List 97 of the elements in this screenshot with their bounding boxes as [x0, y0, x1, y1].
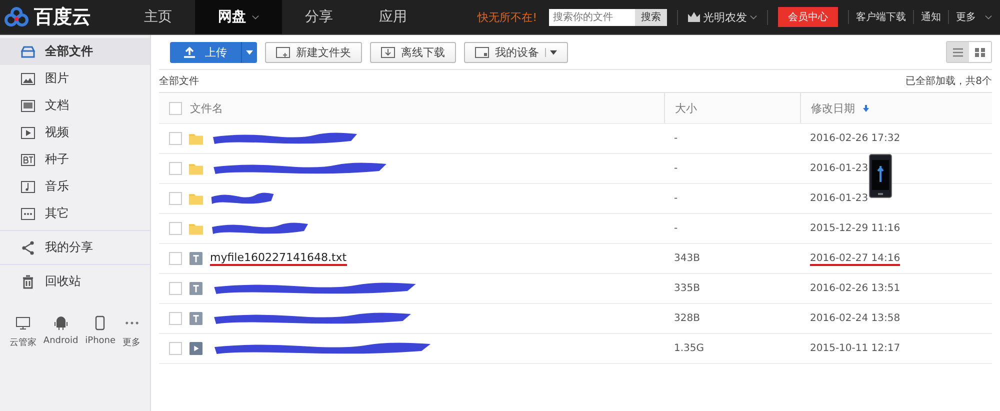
monitor-icon: [14, 315, 31, 331]
text-file-icon: [189, 252, 203, 265]
modified-date: 2016-02-26 13:51: [810, 283, 900, 296]
modified-date: 2016-02-27 14:16: [810, 253, 900, 266]
sidebar-item[interactable]: 音乐: [0, 173, 150, 200]
folder-icon: [189, 162, 203, 175]
text-file-icon: [189, 282, 203, 295]
cloud-logo-icon: [4, 7, 30, 27]
caret-icon[interactable]: [550, 50, 557, 54]
folder-icon: [189, 132, 203, 145]
row-checkbox[interactable]: [169, 162, 182, 175]
breadcrumb[interactable]: 全部文件: [159, 74, 199, 88]
share-icon: [20, 240, 36, 256]
download-icon: [381, 46, 395, 58]
file-size: 1.35G: [673, 343, 706, 354]
folder-icon: [189, 192, 203, 205]
trash-icon: [20, 274, 36, 290]
text-file-icon: [189, 312, 203, 325]
video-icon: [20, 124, 36, 140]
dots-icon: [20, 206, 36, 222]
slogan: 快无所不在!: [478, 10, 537, 24]
row-checkbox[interactable]: [169, 282, 182, 295]
sidebar-item[interactable]: 回收站: [0, 268, 150, 295]
grid-icon: [975, 48, 985, 56]
video-file-icon: [189, 342, 203, 355]
logo-text: 百度云: [34, 5, 91, 30]
nav-tab[interactable]: 应用: [356, 0, 430, 34]
file-size: -: [673, 223, 679, 234]
row-checkbox[interactable]: [169, 342, 182, 355]
file-size: -: [673, 163, 679, 174]
folder-icon: [189, 222, 203, 235]
list-view-button[interactable]: [947, 42, 969, 62]
crown-icon: [688, 12, 700, 22]
files-icon: [20, 44, 36, 60]
sidebar-item[interactable]: 全部文件: [0, 38, 150, 65]
toolbar-button[interactable]: 新建文件夹: [265, 42, 362, 62]
caret-icon[interactable]: [246, 50, 253, 54]
list-icon: [953, 48, 963, 56]
sidebar-item[interactable]: 其它: [0, 200, 150, 227]
modified-date: 2016-02-24 13:58: [810, 313, 900, 326]
top-link[interactable]: 更多: [948, 10, 983, 24]
file-size: -: [673, 193, 679, 204]
sidebar-item[interactable]: 图片: [0, 65, 150, 92]
device-icon: [475, 46, 489, 58]
search-field[interactable]: 搜索你的文件: [549, 8, 635, 26]
device-link[interactable]: iPhone: [85, 315, 116, 349]
document-icon: [20, 98, 36, 114]
row-checkbox[interactable]: [169, 132, 182, 145]
device-link[interactable]: 云管家: [9, 315, 36, 349]
select-all-checkbox[interactable]: [169, 102, 182, 114]
file-size: 328B: [673, 313, 701, 324]
row-checkbox[interactable]: [169, 312, 182, 325]
sidebar-item[interactable]: 我的分享: [0, 234, 150, 261]
file-size: 343B: [673, 253, 701, 264]
column-header[interactable]: 大小: [675, 100, 697, 116]
row-checkbox[interactable]: [169, 252, 182, 265]
vip-center-button[interactable]: 会员中心: [778, 7, 838, 27]
caret-icon[interactable]: [252, 14, 259, 20]
sidebar-item[interactable]: 视频: [0, 119, 150, 146]
toolbar-button[interactable]: 离线下载: [370, 42, 456, 62]
user-name[interactable]: 光明农发: [703, 10, 747, 24]
upload-icon: [184, 46, 195, 58]
search-button[interactable]: 搜索: [635, 8, 667, 26]
modified-date: 2016-01-23: [810, 193, 868, 206]
image-icon: [20, 70, 36, 86]
dots-icon: [124, 321, 139, 325]
caret-icon[interactable]: [985, 14, 992, 20]
file-size: -: [673, 133, 679, 144]
new-folder-icon: [276, 46, 290, 58]
sidebar-item[interactable]: 种子: [0, 146, 150, 173]
top-link[interactable]: 通知: [913, 10, 948, 24]
row-checkbox[interactable]: [169, 222, 182, 235]
upload-button[interactable]: 上传: [170, 42, 257, 62]
modified-date: 2015-10-11 12:17: [810, 343, 900, 356]
modified-date: 2015-12-29 11:16: [810, 223, 900, 236]
caret-icon[interactable]: [750, 14, 757, 20]
toolbar-button[interactable]: 我的设备: [464, 42, 568, 62]
file-name[interactable]: myfile160227141648.txt: [210, 251, 347, 266]
sidebar-item[interactable]: 文档: [0, 92, 150, 119]
file-size: 335B: [673, 283, 701, 294]
device-link[interactable]: 更多: [122, 315, 141, 349]
device-link[interactable]: Android: [43, 315, 78, 349]
load-status: 已全部加载，共8个: [906, 74, 992, 88]
nav-tab[interactable]: 主页: [121, 0, 195, 34]
column-header[interactable]: 修改日期: [811, 100, 855, 116]
sort-arrow-icon[interactable]: [863, 104, 869, 112]
modified-date: 2016-01-23: [810, 163, 868, 176]
music-note-icon: [20, 178, 36, 194]
bt-icon: [20, 152, 36, 168]
android-icon: [52, 315, 69, 331]
top-link[interactable]: 客户端下载: [848, 10, 913, 24]
nav-tab[interactable]: 分享: [282, 0, 356, 34]
nav-tab[interactable]: 网盘: [195, 0, 282, 34]
phone-icon: [869, 154, 892, 198]
column-header[interactable]: 文件名: [190, 100, 223, 116]
modified-date: 2016-02-26 17:32: [810, 133, 900, 146]
row-checkbox[interactable]: [169, 192, 182, 205]
